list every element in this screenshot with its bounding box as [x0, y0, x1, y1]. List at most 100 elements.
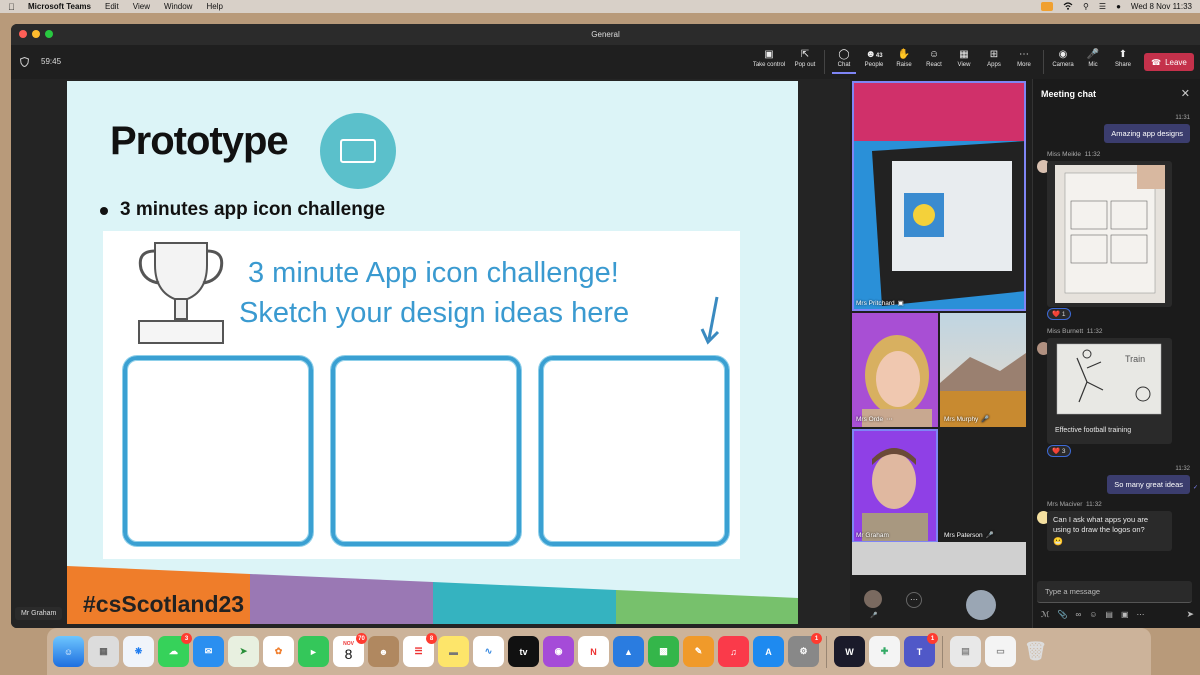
recent-document-icon[interactable]: ▭ [985, 636, 1016, 667]
presenter-name-label: Mr Graham [15, 607, 63, 620]
facetime-icon[interactable]: ► [298, 636, 329, 667]
photos-icon[interactable]: ✿ [263, 636, 294, 667]
mic-in-use-icon[interactable] [1041, 2, 1054, 11]
notes-icon[interactable]: ▬ [438, 636, 469, 667]
freeform-icon[interactable]: ∿ [473, 636, 504, 667]
react-button[interactable]: ☺ React [919, 48, 949, 68]
chat-bubble-self[interactable]: So many great ideas [1107, 475, 1190, 494]
pages-icon[interactable]: ✎ [683, 636, 714, 667]
calendar-icon[interactable]: NOV 8 70 [333, 633, 367, 667]
message-timestamp: 11:31 [1175, 115, 1190, 121]
mic-button[interactable]: 🎤 Mic [1078, 48, 1108, 68]
gif-icon[interactable]: ▤ [1105, 610, 1113, 619]
more-participants-button[interactable]: ⋯ [906, 592, 922, 608]
mail-icon[interactable]: ✉ [193, 636, 224, 667]
app-store-icon[interactable]: A [753, 636, 784, 667]
control-center-icon[interactable]: ☰ [1099, 2, 1106, 11]
maps-icon[interactable]: ➤ [228, 636, 259, 667]
worksheet-heading-line2: Sketch your design ideas here [239, 297, 630, 329]
mic-icon: 🎤 [981, 416, 990, 423]
participant-tile[interactable]: Mrs Pritchard ▣ [852, 81, 1026, 311]
keynote-icon[interactable]: ▲ [613, 636, 644, 667]
chat-message-image[interactable] [1047, 161, 1172, 307]
apple-icon[interactable]:  [8, 2, 18, 12]
worksheet-image: 3 minute App icon challenge! Sketch your… [103, 231, 740, 559]
menu-edit[interactable]: Edit [105, 2, 119, 11]
chat-message[interactable]: Can I ask what apps you are using to dra… [1047, 511, 1172, 551]
shield-icon[interactable] [19, 56, 30, 68]
message-timestamp: 11:32 [1175, 466, 1190, 472]
zoom-window-button[interactable] [45, 30, 53, 38]
news-icon[interactable]: N [578, 636, 609, 667]
mic-icon: 🎤 [985, 532, 994, 539]
slack-icon[interactable]: ✚ [869, 636, 900, 667]
worksheet-heading-line1: 3 minute App icon challenge! [248, 257, 619, 289]
leave-button[interactable]: ☎ Leave [1144, 53, 1194, 71]
add-app-icon: ⊞ [989, 49, 999, 60]
messages-icon[interactable]: ☁ 3 [158, 633, 192, 667]
view-button[interactable]: ▦ View [949, 48, 979, 68]
apple-tv-icon[interactable]: tv [508, 636, 539, 667]
camera-button[interactable]: ◉ Camera [1048, 48, 1078, 68]
participant-tile[interactable]: Mr Graham [852, 429, 938, 543]
participant-tile[interactable]: Mrs Orde ⋯ [852, 313, 938, 427]
finder-icon[interactable]: ☺ [53, 636, 84, 667]
participant-tile[interactable]: Mrs Paterson 🎤 [940, 429, 1026, 543]
close-window-button[interactable] [19, 30, 27, 38]
people-button[interactable]: ☻43 People [859, 48, 889, 68]
siri-icon[interactable]: ● [1116, 2, 1121, 11]
more-button[interactable]: ⋯ More [1009, 48, 1039, 68]
close-icon[interactable]: ✕ [1181, 87, 1190, 100]
dock-separator [942, 635, 943, 668]
format-icon[interactable]: ℳ [1041, 610, 1050, 619]
reaction-heart[interactable]: ❤️ 1 [1047, 308, 1071, 320]
contacts-icon[interactable]: ☻ [368, 636, 399, 667]
sticker-icon[interactable]: ▣ [1121, 610, 1129, 619]
downloads-folder-icon[interactable]: ▤ [950, 636, 981, 667]
participant-tile[interactable]: Mrs Murphy 🎤 [940, 313, 1026, 427]
menu-window[interactable]: Window [164, 2, 192, 11]
menu-help[interactable]: Help [206, 2, 222, 11]
more-options-icon[interactable]: ⋯ [1137, 610, 1145, 619]
message-sender: Miss Burnett 11:32 [1047, 328, 1103, 335]
participant-video [852, 313, 938, 427]
message-compose-input[interactable]: Type a message [1037, 581, 1192, 603]
pop-out-button[interactable]: ⇱ Pop out [790, 48, 820, 68]
chat-button[interactable]: ◯ Chat [829, 48, 859, 74]
menu-view[interactable]: View [133, 2, 150, 11]
participant-video [940, 313, 1026, 427]
chat-bubble-self[interactable]: Amazing app designs [1104, 124, 1190, 143]
system-settings-icon[interactable]: ⚙ 1 [788, 633, 822, 667]
music-icon[interactable]: ♫ [718, 636, 749, 667]
menubar-clock[interactable]: Wed 8 Nov 11:33 [1131, 2, 1192, 11]
trash-icon[interactable]: 🗑 [1020, 636, 1051, 667]
apps-button[interactable]: ⊞ Apps [979, 48, 1009, 68]
macos-menubar:  Microsoft Teams Edit View Window Help … [0, 0, 1200, 13]
loop-icon[interactable]: ∞ [1076, 610, 1082, 619]
search-icon[interactable]: ⚲ [1083, 2, 1089, 11]
avatar[interactable] [966, 590, 996, 620]
launchpad-icon[interactable]: ▦ [88, 636, 119, 667]
safari-icon[interactable]: ❋ [123, 636, 154, 667]
podcasts-icon[interactable]: ◉ [543, 636, 574, 667]
raise-hand-button[interactable]: ✋ Raise [889, 48, 919, 68]
teams-icon[interactable]: T1 [904, 633, 938, 667]
reaction-heart[interactable]: ❤️ 3 [1047, 445, 1071, 457]
shared-slide: Prototype 3 minutes app icon challenge 3… [67, 81, 798, 624]
sketch-box [331, 356, 521, 546]
meeting-timer: 59:45 [41, 57, 62, 66]
minimize-window-button[interactable] [32, 30, 40, 38]
attach-icon[interactable]: 📎 [1058, 610, 1068, 619]
wifi-icon[interactable] [1063, 1, 1073, 12]
send-icon[interactable]: ➤ [1186, 609, 1194, 620]
menu-app-name[interactable]: Microsoft Teams [28, 2, 91, 11]
webex-icon[interactable]: W [834, 636, 865, 667]
chat-message-image[interactable]: Train Effective football training [1047, 338, 1172, 444]
more-dots-icon[interactable]: ⋯ [886, 415, 893, 423]
share-button[interactable]: ⬆ Share [1108, 48, 1138, 68]
avatar[interactable] [864, 590, 882, 608]
reminders-icon[interactable]: ☰ 8 [403, 633, 437, 667]
emoji-icon[interactable]: ☺ [1089, 610, 1097, 619]
take-control-button[interactable]: ▣ Take control [748, 48, 790, 68]
numbers-icon[interactable]: ▩ [648, 636, 679, 667]
